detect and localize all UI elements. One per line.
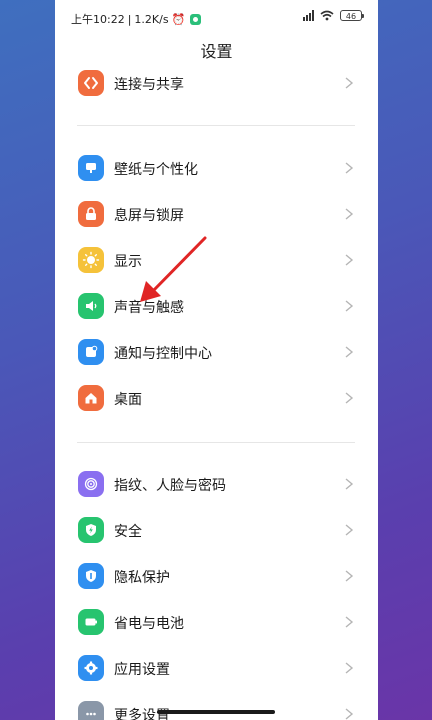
notification-icon [78,339,104,365]
chevron-right-icon [342,390,356,406]
lock-icon [78,201,104,227]
chevron-right-icon [342,160,356,176]
chevron-right-icon [342,660,356,676]
setting-item-label: 壁纸与个性化 [114,162,198,178]
home-icon [78,385,104,411]
gear-icon [78,655,104,681]
setting-item-label: 声音与触感 [114,300,184,316]
speaker-icon [78,293,104,319]
setting-item-security[interactable]: 安全 [55,508,378,554]
setting-item-label: 省电与电池 [114,616,184,632]
setting-item-label: 桌面 [114,392,142,408]
status-time: 上午10:22 [71,13,125,26]
share-icon [78,70,104,96]
setting-item-label: 指纹、人脸与密码 [114,478,226,494]
chevron-right-icon [342,344,356,360]
setting-item-display[interactable]: 显示 [55,238,378,284]
sun-icon [78,247,104,273]
app-notification-icon [190,13,202,25]
chevron-right-icon [342,75,356,91]
setting-item-label: 隐私保护 [114,570,170,586]
section-divider [77,125,355,126]
setting-item-connection-sharing[interactable]: 连接与共享 [55,61,378,107]
chevron-right-icon [342,568,356,584]
wallpaper-icon [78,155,104,181]
setting-item-notifications[interactable]: 通知与控制中心 [55,330,378,376]
battery-icon: 46 [340,10,364,21]
section-divider [77,442,355,443]
setting-item-more[interactable]: 更多设置 [55,692,378,720]
network-speed: 1.2K/s [134,12,169,26]
chevron-right-icon [342,476,356,492]
setting-item-battery[interactable]: 省电与电池 [55,600,378,646]
more-icon [78,701,104,720]
chevron-right-icon [342,206,356,222]
setting-item-label: 显示 [114,254,142,270]
setting-item-wallpaper[interactable]: 壁纸与个性化 [55,146,378,192]
signal-icon [303,10,314,21]
setting-item-apps[interactable]: 应用设置 [55,646,378,692]
setting-item-label: 安全 [114,524,142,540]
setting-item-label: 息屏与锁屏 [114,208,184,224]
shield-bolt-icon [78,517,104,543]
alarm-icon: ⏰ [171,12,186,26]
status-bar: 上午10:22 | 1.2K/s ⏰ 46 [55,0,378,34]
setting-item-lock-screen[interactable]: 息屏与锁屏 [55,192,378,238]
setting-item-sound[interactable]: 声音与触感 [55,284,378,330]
chevron-right-icon [342,706,356,720]
chevron-right-icon [342,522,356,538]
page-title: 设置 [200,42,233,61]
status-left: 上午10:22 | 1.2K/s ⏰ [71,11,202,27]
wifi-icon [320,10,334,21]
chevron-right-icon [342,298,356,314]
battery-icon [78,609,104,635]
privacy-icon [78,563,104,589]
status-right: 46 [303,10,364,21]
setting-item-privacy[interactable]: 隐私保护 [55,554,378,600]
setting-item-label: 连接与共享 [114,77,184,93]
chevron-right-icon [342,614,356,630]
fingerprint-icon [78,471,104,497]
setting-item-fingerprint[interactable]: 指纹、人脸与密码 [55,462,378,508]
setting-item-label: 通知与控制中心 [114,346,212,362]
setting-item-home-screen[interactable]: 桌面 [55,376,378,422]
chevron-right-icon [342,252,356,268]
home-indicator[interactable] [157,710,275,714]
setting-item-label: 应用设置 [114,662,170,678]
settings-screen: 上午10:22 | 1.2K/s ⏰ 46 设置 连接与共享 壁纸与个性化 息屏… [55,0,378,720]
